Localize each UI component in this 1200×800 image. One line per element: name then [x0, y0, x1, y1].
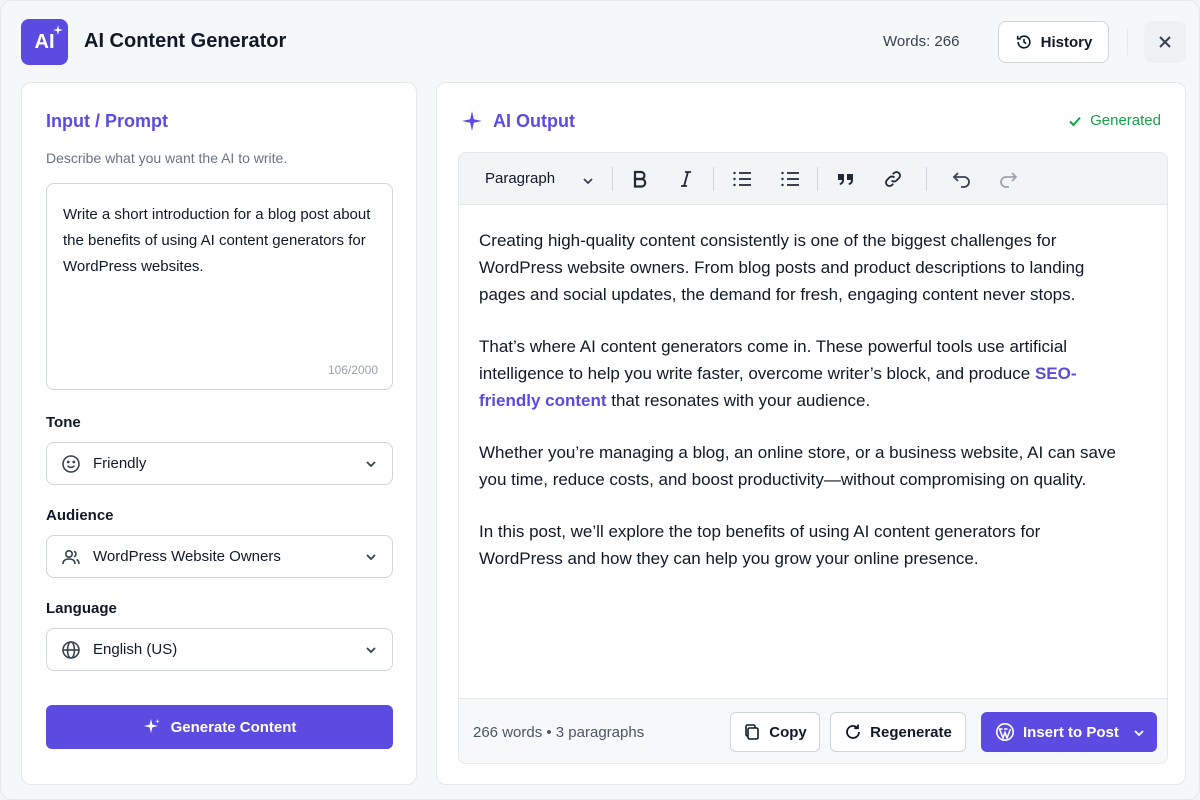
language-label: Language [46, 600, 117, 617]
output-panel-title: AI Output [493, 111, 575, 131]
link-button[interactable] [880, 167, 906, 191]
paragraph-text: That’s where AI content generators come … [479, 337, 1068, 383]
word-count: Words: 266 [883, 33, 960, 50]
content-stats: 266 words • 3 paragraphs [473, 724, 645, 741]
regenerate-button[interactable]: Regenerate [830, 712, 966, 752]
quote-button[interactable] [833, 167, 859, 191]
close-button[interactable] [1144, 21, 1186, 63]
paragraph: That’s where AI content generators come … [479, 333, 1119, 414]
bullet-list-button[interactable] [729, 167, 755, 191]
quote-icon [838, 174, 853, 185]
italic-icon [681, 171, 691, 187]
toolbar-divider [612, 167, 613, 191]
link-icon [885, 171, 901, 187]
generated-status: Generated [1068, 112, 1161, 129]
logo-text: AI [34, 30, 55, 53]
copy-label: Copy [769, 723, 807, 741]
toolbar-divider [926, 167, 927, 191]
chevron-down-icon [366, 461, 376, 468]
paragraph-text: that resonates with your audience. [606, 391, 871, 410]
audience-select[interactable]: WordPress Website Owners [46, 535, 393, 578]
editor-content[interactable]: Creating high-quality content consistent… [479, 227, 1119, 597]
smiley-icon [61, 454, 81, 474]
paragraph: Whether you’re managing a blog, an onlin… [479, 443, 1116, 489]
input-panel-title: Input / Prompt [46, 111, 168, 131]
regenerate-label: Regenerate [870, 723, 952, 741]
sparkle-icon [462, 111, 482, 131]
bold-icon [633, 170, 647, 188]
toolbar-divider [713, 167, 714, 191]
chevron-down-icon[interactable] [581, 174, 595, 188]
output-panel: AI Output Generated Paragraph Creating h… [436, 82, 1186, 785]
input-panel: Input / Prompt Describe what you want th… [21, 82, 417, 785]
chevron-down-icon [366, 554, 376, 561]
app-logo: AI [21, 19, 68, 65]
editor-footer: 266 words • 3 paragraphs Copy Regenerate… [459, 698, 1167, 763]
app-title: AI Content Generator [84, 30, 287, 52]
tone-label: Tone [46, 414, 81, 431]
sparkle-icon [143, 719, 160, 733]
redo-button[interactable] [995, 167, 1021, 191]
history-icon [1016, 35, 1031, 49]
chevron-down-icon[interactable] [1133, 727, 1145, 739]
language-select[interactable]: English (US) [46, 628, 393, 671]
bold-button[interactable] [627, 167, 653, 191]
tone-value: Friendly [93, 455, 147, 472]
history-button[interactable]: History [998, 21, 1109, 63]
redo-icon [1000, 172, 1018, 188]
audience-value: WordPress Website Owners [93, 548, 281, 565]
paragraph: In this post, we’ll explore the top bene… [479, 522, 1041, 568]
rich-text-editor: Paragraph Creating high-quality content … [458, 152, 1168, 764]
block-type-dropdown[interactable]: Paragraph [485, 170, 555, 187]
check-icon [1069, 116, 1081, 126]
header: AI AI Content Generator Words: 266 Histo… [1, 1, 1199, 83]
toolbar-divider [817, 167, 818, 191]
undo-icon [952, 172, 970, 188]
numbered-list-icon [781, 171, 799, 187]
app-window: AI AI Content Generator Words: 266 Histo… [0, 0, 1200, 800]
copy-icon [745, 724, 760, 740]
prompt-text: Write a short introduction for a blog po… [63, 206, 371, 275]
generate-content-button[interactable]: Generate Content [46, 705, 393, 749]
undo-button[interactable] [949, 167, 975, 191]
char-count: 106/2000 [327, 363, 378, 377]
prompt-textarea[interactable]: Write a short introduction for a blog po… [46, 183, 393, 390]
italic-button[interactable] [673, 167, 699, 191]
bullet-list-icon [733, 171, 751, 187]
generate-content-label: Generate Content [170, 718, 297, 736]
input-panel-subtitle: Describe what you want the AI to write. [46, 150, 288, 166]
language-value: English (US) [93, 641, 178, 658]
sparkle-icon [53, 25, 63, 35]
numbered-list-button[interactable] [777, 167, 803, 191]
globe-icon [61, 640, 81, 660]
close-icon [1159, 36, 1171, 48]
tone-select[interactable]: Friendly [46, 442, 393, 485]
copy-button[interactable]: Copy [730, 712, 820, 752]
generated-status-label: Generated [1090, 112, 1161, 129]
users-icon [61, 547, 81, 567]
insert-to-post-label: Insert to Post [1023, 723, 1119, 741]
insert-to-post-button[interactable]: Insert to Post [981, 712, 1157, 752]
wordpress-icon [996, 723, 1014, 741]
refresh-icon [846, 724, 861, 739]
chevron-down-icon [366, 647, 376, 654]
header-divider [1127, 29, 1128, 55]
audience-label: Audience [46, 507, 114, 524]
editor-toolbar: Paragraph [459, 153, 1167, 205]
history-label: History [1040, 33, 1093, 51]
paragraph: Creating high-quality content consistent… [479, 231, 1085, 304]
